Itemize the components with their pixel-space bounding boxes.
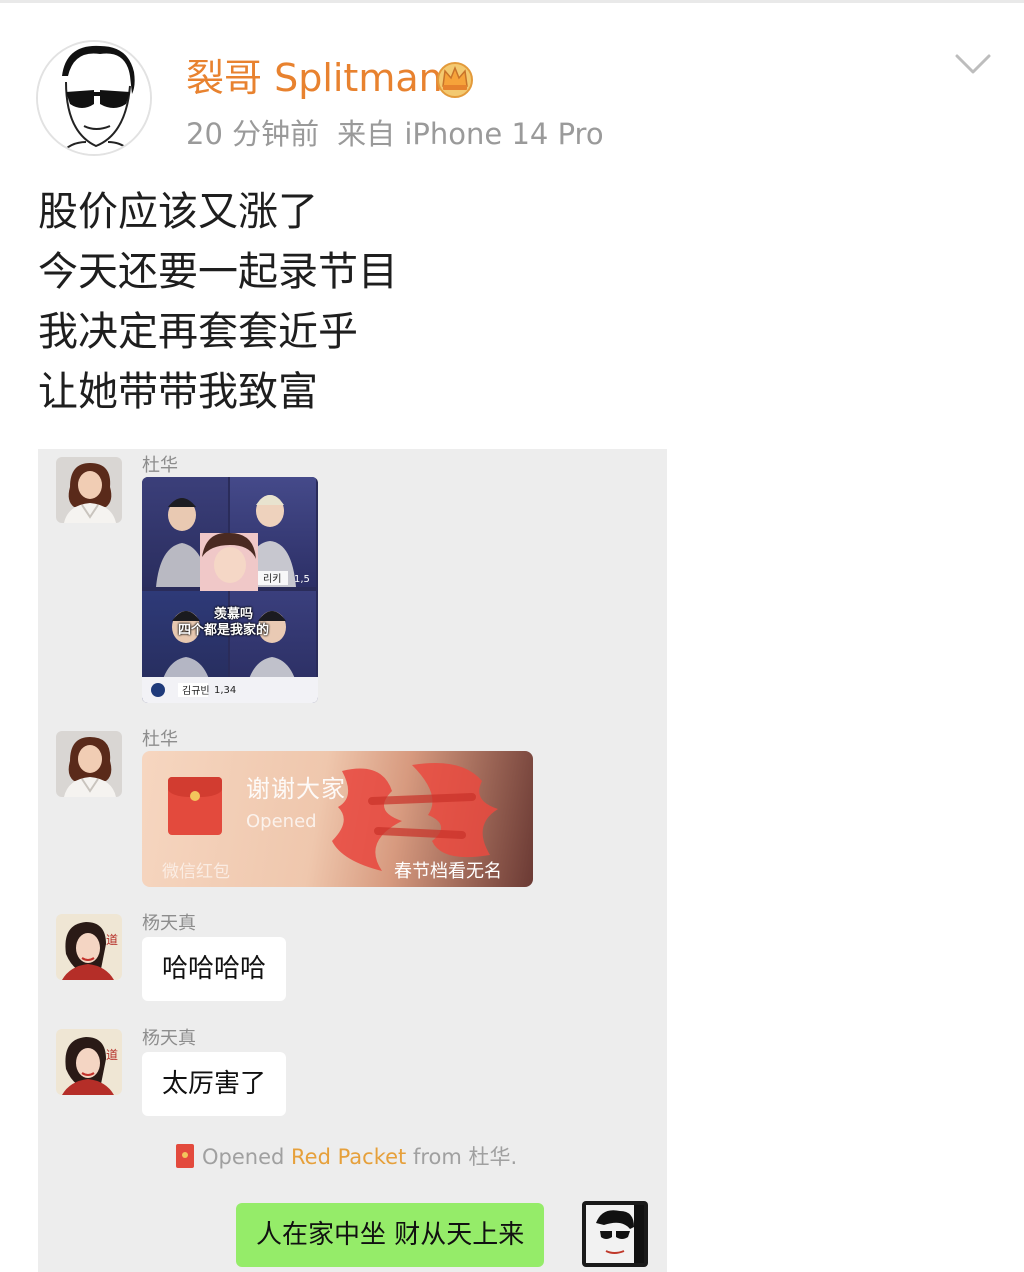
packet-title: 谢谢大家 [246,775,346,803]
post-line: 股价应该又涨了 [38,189,318,235]
post-line: 让她带带我致富 [38,369,318,415]
post-line: 今天还要一起录节目 [38,249,398,295]
message-bubble[interactable]: 哈哈哈哈 [142,937,287,1001]
chat-screenshot[interactable]: 杜华 김규빈 리키 1,5 1,34 羡慕吗 四个都是我家的 杜华 谢谢大家 O… [38,449,667,1272]
avatar-icon [38,42,150,154]
meme-score: 1,5 [294,574,310,585]
post-meta: 20 分钟前 来自 iPhone 14 Pro [186,114,604,154]
sender-name: 杨天真 [142,913,196,934]
meme-image[interactable]: 김규빈 리키 1,5 1,34 羡慕吗 四个都是我家的 [142,477,318,703]
svg-text:리키: 리키 [263,573,281,585]
user-avatar[interactable] [36,40,152,156]
red-envelope-icon [168,777,222,835]
svg-text:道: 道 [106,933,118,947]
sender-name: 杜华 [142,729,178,750]
top-divider [0,0,1024,3]
sender-name: 杜华 [142,455,178,476]
sender-avatar: 道 [56,1029,122,1095]
username[interactable]: 裂哥 Splitman [186,56,443,100]
chevron-down-icon[interactable] [955,52,991,76]
red-packet-icon [176,1144,194,1168]
meme-caption: 羡慕吗 四个都是我家的 [178,607,269,639]
packet-status: Opened [246,811,317,832]
meme-caption-line: 四个都是我家的 [178,623,270,638]
svg-text:道: 道 [106,1048,118,1062]
system-prefix: Opened [202,1145,292,1169]
red-packet-card[interactable]: 谢谢大家 Opened 微信红包 春节档看无名 [142,751,533,887]
sender-avatar [56,457,122,523]
system-suffix: from 杜华. [406,1145,518,1169]
post-time: 20 分钟前 [186,117,320,151]
crown-icon [437,62,473,98]
sender-name: 杨天真 [142,1028,196,1049]
system-message: Opened Red Packet from 杜华. [176,1141,517,1171]
meme-score: 1,34 [214,685,237,696]
post-body: 股价应该又涨了 今天还要一起录节目 我决定再套套近乎 让她带带我致富 [38,182,398,422]
sender-avatar: 道 [56,914,122,980]
sender-avatar [56,731,122,797]
message-bubble[interactable]: 太厉害了 [142,1052,287,1116]
red-packet-link[interactable]: Red Packet [291,1145,406,1169]
post-line: 我决定再套套近乎 [38,309,358,355]
packet-promo: 春节档看无名 [394,861,502,882]
self-message-bubble[interactable]: 人在家中坐 财从天上来 [236,1203,545,1267]
post-source[interactable]: 来自 iPhone 14 Pro [337,117,603,151]
svg-text:김규빈: 김규빈 [182,685,210,697]
self-avatar [582,1201,648,1267]
packet-app-label: 微信红包 [162,862,230,882]
meme-caption-line: 羡慕吗 [214,607,254,622]
